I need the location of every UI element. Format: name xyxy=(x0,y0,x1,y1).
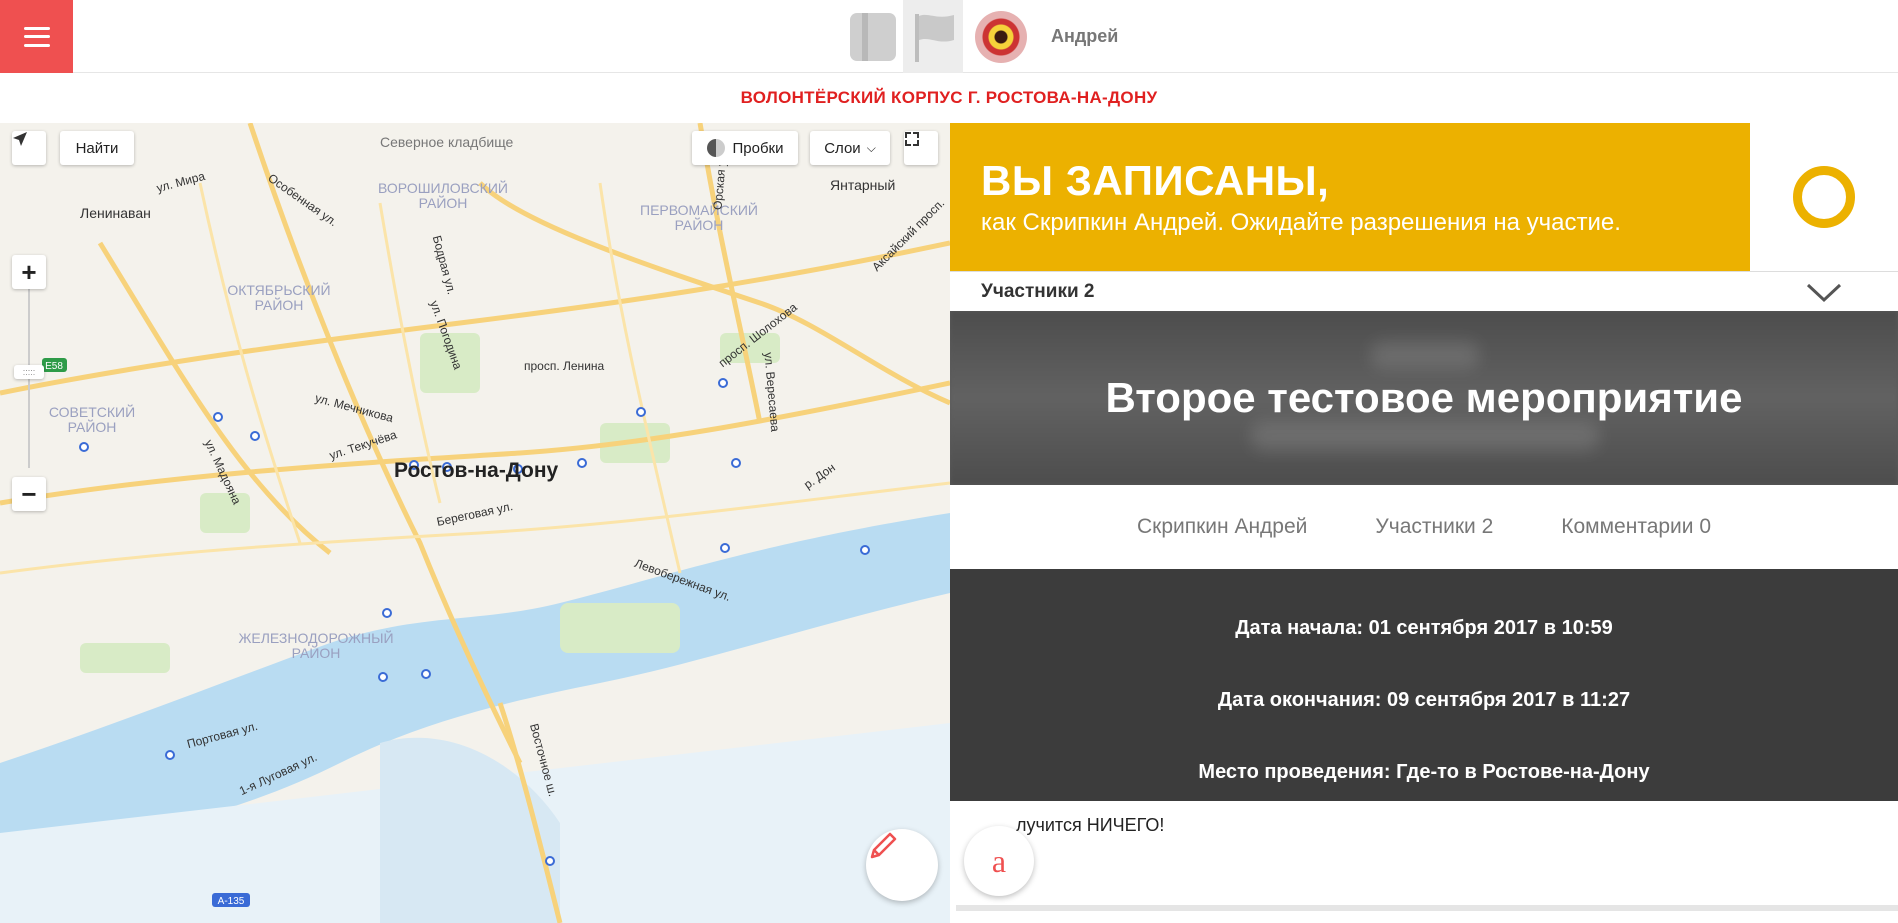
chevron-down-icon: ⌵ xyxy=(866,140,876,155)
tab-organizer[interactable]: Скрипкин Андрей xyxy=(1137,515,1307,539)
geolocation-button[interactable] xyxy=(12,131,46,165)
expand-icon xyxy=(905,132,919,146)
username[interactable]: Андрей xyxy=(1051,26,1118,47)
avatar-letter: a xyxy=(991,842,1007,879)
map-label-zheleznodorozhny: ЖЕЛЕЗНОДОРОЖНЫЙ РАЙОН xyxy=(238,630,394,661)
road-badge-e58: E58 xyxy=(45,361,63,372)
registration-banner: ВЫ ЗАПИСАНЫ, как Скрипкин Андрей. Ожидай… xyxy=(950,123,1750,271)
zoom-in-button[interactable]: + xyxy=(12,255,46,289)
map-place-leninavan: Ленинаван xyxy=(80,205,151,221)
hamburger-icon xyxy=(23,26,50,47)
map-label-pervomaysky: ПЕРВОМАЙСКИЙ РАЙОН xyxy=(640,202,758,233)
tab-participants[interactable]: Участники 2 xyxy=(1375,515,1493,539)
event-title: Второе тестовое мероприятие xyxy=(1105,374,1743,421)
find-button[interactable]: Найти xyxy=(60,131,134,165)
book-icon xyxy=(850,12,896,61)
status-indicator[interactable] xyxy=(1750,123,1898,271)
plus-icon: + xyxy=(21,256,37,287)
divider xyxy=(956,905,1898,911)
top-bar: Андрей xyxy=(0,0,1898,73)
event-description: лучится НИЧЕГО! xyxy=(1016,815,1165,835)
map-city-label: Ростов-на-Дону xyxy=(394,459,559,482)
event-details: Дата начала: 01 сентября 2017 в 10:59 Да… xyxy=(950,569,1898,801)
fullscreen-button[interactable] xyxy=(904,131,938,165)
event-place: Место проведения: Где-то в Ростове-на-До… xyxy=(1198,761,1650,783)
map-label-sovetsky: СОВЕТСКИЙ РАЙОН xyxy=(48,404,136,435)
map-place-yantarny: Янтарный xyxy=(830,177,896,193)
map[interactable]: E58 А-135 Северное кладбище ВОРОШИЛОВСКИ… xyxy=(0,123,950,923)
zoom-slider-handle[interactable]: ::::: xyxy=(14,365,44,379)
user-avatar[interactable] xyxy=(975,10,1027,63)
event-hero: Второе тестовое мероприятие xyxy=(950,311,1898,485)
map-label-voroshilovsky: ВОРОШИЛОВСКИЙ РАЙОН xyxy=(378,180,508,211)
flag-button[interactable] xyxy=(903,0,963,73)
top-nav: Андрей xyxy=(843,0,1118,73)
location-arrow-icon xyxy=(13,132,27,146)
event-panel: ВЫ ЗАПИСАНЫ, как Скрипкин Андрей. Ожидай… xyxy=(950,123,1898,923)
layers-button[interactable]: Слои ⌵ xyxy=(810,131,890,165)
layers-label: Слои xyxy=(824,139,861,157)
map-label-oktyabrsky: ОКТЯБРЬСКИЙ РАЙОН xyxy=(227,282,331,313)
book-button[interactable] xyxy=(843,0,903,73)
banner-subtitle: как Скрипкин Андрей. Ожидайте разрешения… xyxy=(981,209,1621,236)
event-tabs: Скрипкин Андрей Участники 2 Комментарии … xyxy=(950,485,1898,569)
participants-header: Участники 2 xyxy=(981,280,1095,302)
map-street-label: просп. Ленина xyxy=(524,359,605,373)
minus-icon: − xyxy=(21,478,37,509)
org-strip: ВОЛОНТЁРСКИЙ КОРПУС Г. РОСТОВА-НА-ДОНУ xyxy=(0,73,1898,123)
pencil-icon xyxy=(870,832,897,859)
participants-accordion[interactable]: Участники 2 xyxy=(950,271,1898,311)
traffic-button[interactable]: Пробки xyxy=(692,131,798,165)
chevron-down-icon xyxy=(1806,283,1842,303)
road-badge-a135: А-135 xyxy=(218,896,245,907)
traffic-label: Пробки xyxy=(732,139,784,157)
map-label-cemetery: Северное кладбище xyxy=(380,134,514,150)
author-avatar-button[interactable]: a xyxy=(964,826,1034,896)
org-title[interactable]: ВОЛОНТЁРСКИЙ КОРПУС Г. РОСТОВА-НА-ДОНУ xyxy=(741,88,1158,108)
edit-button[interactable] xyxy=(866,829,938,901)
tab-comments[interactable]: Комментарии 0 xyxy=(1561,515,1711,539)
grip-icon: ::::: xyxy=(22,367,36,377)
flag-icon xyxy=(915,13,954,62)
pending-ring-icon xyxy=(1793,166,1855,228)
menu-button[interactable] xyxy=(0,0,73,73)
start-date: Дата начала: 01 сентября 2017 в 10:59 xyxy=(1235,617,1613,639)
banner-title: ВЫ ЗАПИСАНЫ, xyxy=(981,157,1330,204)
map-canvas: E58 А-135 xyxy=(0,123,950,923)
end-date: Дата окончания: 09 сентября 2017 в 11:27 xyxy=(1217,689,1631,711)
zoom-out-button[interactable]: − xyxy=(12,477,46,511)
traffic-icon xyxy=(706,139,725,157)
